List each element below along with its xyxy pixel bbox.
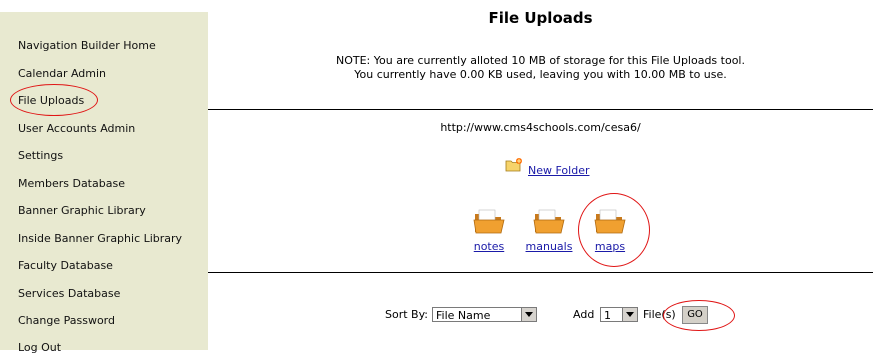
sidebar-nav: Navigation Builder Home Calendar Admin F…	[0, 12, 208, 354]
folder-url: http://www.cms4schools.com/cesa6/	[440, 121, 641, 134]
sidebar-item-change-password[interactable]: Change Password	[18, 314, 115, 327]
add-count-select[interactable]: 1	[600, 307, 638, 322]
folder-link-notes[interactable]: notes	[467, 240, 511, 253]
chevron-down-icon	[521, 308, 536, 321]
chevron-down-icon	[622, 308, 637, 321]
sort-by-value: File Name	[436, 309, 491, 322]
folder-link-maps[interactable]: maps	[588, 240, 632, 253]
sort-by-select[interactable]: File Name	[432, 307, 537, 322]
storage-note-line-2: You currently have 0.00 KB used, leaving…	[354, 68, 727, 81]
page-title: File Uploads	[488, 9, 593, 27]
sidebar-item-navigation-builder-home[interactable]: Navigation Builder Home	[18, 39, 156, 52]
sidebar-item-services-database[interactable]: Services Database	[18, 287, 120, 300]
sidebar-item-banner-graphic-library[interactable]: Banner Graphic Library	[18, 204, 146, 217]
folder-icon-maps[interactable]	[594, 208, 626, 234]
sidebar-item-faculty-database[interactable]: Faculty Database	[18, 259, 113, 272]
new-folder-link[interactable]: New Folder	[528, 164, 589, 177]
storage-note: NOTE: You are currently alloted 10 MB of…	[208, 54, 873, 82]
sidebar-item-file-uploads[interactable]: File Uploads	[18, 94, 84, 107]
sidebar-item-members-database[interactable]: Members Database	[18, 177, 125, 190]
sort-by-label: Sort By:	[385, 308, 429, 321]
sidebar-item-settings[interactable]: Settings	[18, 149, 63, 162]
folder-link-manuals[interactable]: manuals	[522, 240, 576, 253]
new-folder-icon[interactable]	[505, 157, 523, 173]
divider-bottom	[208, 272, 873, 273]
files-label: File(s)	[643, 308, 676, 321]
add-count-value: 1	[604, 309, 611, 322]
folder-icon-notes[interactable]	[473, 208, 505, 234]
divider-top	[208, 109, 873, 110]
storage-note-line-1: NOTE: You are currently alloted 10 MB of…	[336, 54, 745, 67]
sidebar-item-user-accounts-admin[interactable]: User Accounts Admin	[18, 122, 135, 135]
main-content: File Uploads NOTE: You are currently all…	[208, 0, 873, 350]
add-label: Add	[573, 308, 595, 321]
sidebar-item-calendar-admin[interactable]: Calendar Admin	[18, 67, 106, 80]
sidebar-item-log-out[interactable]: Log Out	[18, 341, 61, 354]
folder-icon-manuals[interactable]	[533, 208, 565, 234]
sidebar-item-inside-banner-graphic-library[interactable]: Inside Banner Graphic Library	[18, 232, 182, 245]
go-button[interactable]: GO	[682, 306, 708, 324]
